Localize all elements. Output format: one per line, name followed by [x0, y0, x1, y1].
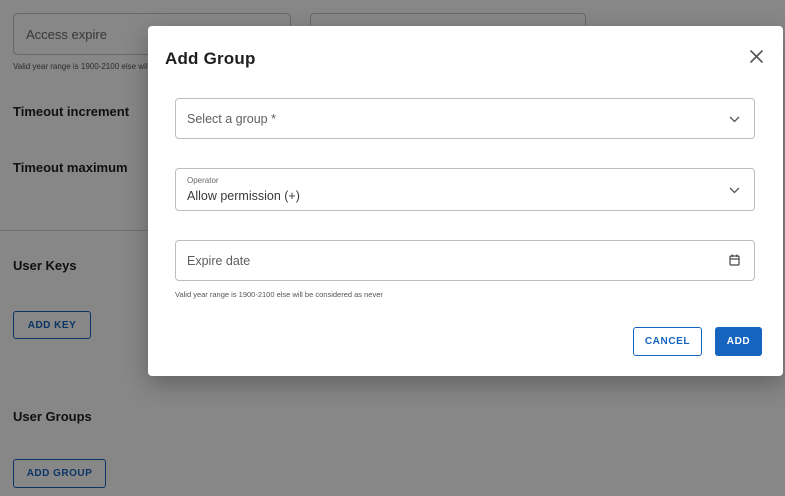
expire-date-helper: Valid year range is 1900-2100 else will … — [175, 290, 383, 299]
operator-value: Allow permission (+) — [187, 189, 300, 203]
add-group-dialog: Add Group Select a group * Operator Allo… — [148, 26, 783, 376]
cancel-button[interactable]: CANCEL — [633, 327, 702, 356]
add-button[interactable]: ADD — [715, 327, 762, 356]
close-icon — [749, 49, 763, 63]
operator-label: Operator — [187, 176, 219, 185]
operator-select[interactable]: Operator Allow permission (+) — [175, 168, 755, 211]
group-select-placeholder: Select a group * — [187, 112, 276, 126]
chevron-down-icon — [728, 113, 740, 125]
expire-date-placeholder: Expire date — [187, 254, 251, 268]
calendar-icon[interactable] — [728, 254, 740, 266]
chevron-down-icon — [728, 184, 740, 196]
dialog-title: Add Group — [165, 49, 256, 68]
expire-date-field[interactable]: Expire date — [175, 240, 755, 281]
group-select[interactable]: Select a group * — [175, 98, 755, 139]
close-button[interactable] — [746, 46, 766, 66]
